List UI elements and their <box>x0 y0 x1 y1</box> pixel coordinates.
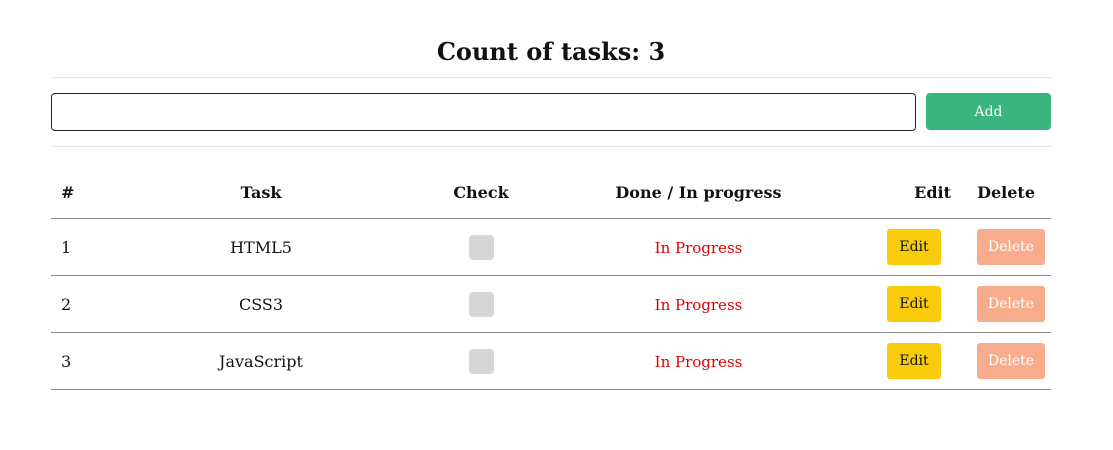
status-label: In Progress <box>654 352 743 371</box>
task-number: 3 <box>51 332 111 390</box>
column-header-number: # <box>51 166 111 219</box>
divider <box>51 146 1051 147</box>
edit-button[interactable]: Edit <box>887 343 941 379</box>
column-header-check: Check <box>411 166 551 219</box>
task-name: JavaScript <box>111 332 411 390</box>
add-button[interactable]: Add <box>926 93 1051 130</box>
status-label: In Progress <box>654 295 743 314</box>
table-header-row: # Task Check Done / In progress Edit Del… <box>51 166 1051 219</box>
table-row: 2 CSS3 In Progress Edit Delete <box>51 275 1051 333</box>
delete-button[interactable]: Delete <box>977 286 1045 322</box>
task-checkbox[interactable] <box>468 348 494 374</box>
task-name: CSS3 <box>111 275 411 333</box>
task-number: 2 <box>51 275 111 333</box>
column-header-delete: Delete <box>961 166 1051 219</box>
delete-button[interactable]: Delete <box>977 343 1045 379</box>
task-input[interactable] <box>51 93 916 131</box>
column-header-edit: Edit <box>846 166 961 219</box>
edit-button[interactable]: Edit <box>887 229 941 265</box>
column-header-status: Done / In progress <box>551 166 846 219</box>
task-name: HTML5 <box>111 218 411 276</box>
divider <box>51 77 1051 78</box>
task-number: 1 <box>51 218 111 276</box>
task-checkbox[interactable] <box>468 234 494 260</box>
task-checkbox[interactable] <box>468 291 494 317</box>
edit-button[interactable]: Edit <box>887 286 941 322</box>
status-label: In Progress <box>654 238 743 257</box>
page-title: Count of tasks: 3 <box>436 37 666 66</box>
column-header-task: Task <box>111 166 411 219</box>
table-row: 3 JavaScript In Progress Edit Delete <box>51 332 1051 390</box>
table-row: 1 HTML5 In Progress Edit Delete <box>51 218 1051 276</box>
tasks-table: # Task Check Done / In progress Edit Del… <box>51 166 1051 390</box>
delete-button[interactable]: Delete <box>977 229 1045 265</box>
